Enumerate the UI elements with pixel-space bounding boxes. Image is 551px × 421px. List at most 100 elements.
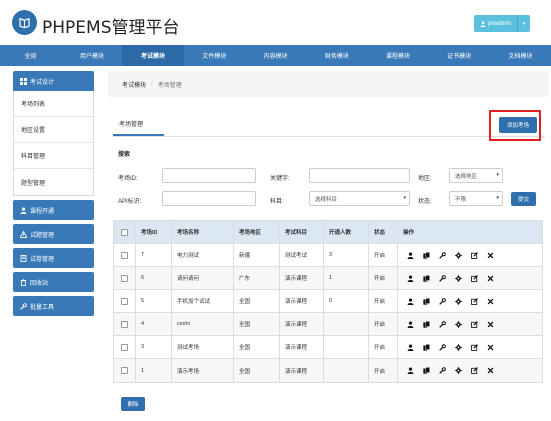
edit-icon[interactable] (470, 343, 479, 352)
copy-icon[interactable] (422, 320, 431, 329)
chevron-down-icon[interactable]: ▾ (518, 21, 530, 27)
grid-icon (20, 77, 27, 85)
delete-icon[interactable] (486, 343, 495, 352)
delete-icon[interactable] (486, 297, 495, 306)
wrench-icon[interactable] (438, 297, 447, 306)
sidebar-item-subject[interactable]: 科目管理 (14, 143, 93, 169)
sidebar-item-exam-list[interactable]: 考场列表 (14, 91, 93, 117)
wrench-icon[interactable] (438, 320, 447, 329)
breadcrumb-separator: / (151, 81, 153, 87)
subject-select[interactable]: 选择科目 ▾ (309, 191, 410, 206)
sidebar-group-exam-design[interactable]: 考试设计 (13, 71, 94, 91)
nav-item-course[interactable]: 课程模块 (367, 45, 428, 66)
row-checkbox[interactable] (121, 274, 128, 282)
sidebar-item-question-manage[interactable]: 试题管理 (13, 224, 94, 244)
status-select-value: 不限 (455, 196, 467, 203)
sidebar-item-region[interactable]: 地区设置 (14, 117, 93, 143)
keyword-label: 关键字: (270, 176, 290, 182)
table-row: 5 手机加个试试 全国 演示课程 0 开启 (114, 290, 542, 313)
breadcrumb-root[interactable]: 考试模块 (122, 80, 146, 89)
edit-icon[interactable] (470, 297, 479, 306)
delete-icon[interactable] (486, 251, 495, 260)
copy-icon[interactable] (422, 274, 431, 283)
row-checkbox[interactable] (121, 297, 128, 305)
gear-icon[interactable] (454, 366, 463, 375)
delete-icon[interactable] (486, 320, 495, 329)
gear-icon[interactable] (454, 343, 463, 352)
chevron-down-icon: ▾ (403, 195, 406, 201)
select-all-checkbox[interactable] (121, 228, 128, 236)
wrench-icon[interactable] (438, 343, 447, 352)
user-icon[interactable] (406, 366, 415, 375)
row-checkbox[interactable] (121, 320, 128, 328)
exam-id-input[interactable] (162, 168, 256, 183)
gear-icon[interactable] (454, 320, 463, 329)
wrench-icon[interactable] (438, 274, 447, 283)
sidebar-item-course-open[interactable]: 课程开通 (13, 200, 94, 220)
status-select[interactable]: 不限 ▾ (449, 191, 503, 206)
nav-item-global[interactable]: 全局 (0, 45, 61, 66)
cell-id: 6 (136, 267, 172, 289)
user-icon[interactable] (406, 274, 415, 283)
tab-exam-manage[interactable]: 考场管理 (113, 112, 164, 136)
edit-icon[interactable] (470, 320, 479, 329)
header: PHPEMS管理平台 peadmin ▾ (0, 0, 551, 44)
copy-icon[interactable] (422, 366, 431, 375)
breadcrumb-current: 考场管理 (157, 82, 182, 89)
cell-id: 3 (136, 336, 172, 358)
nav-item-certificate[interactable]: 证书模块 (429, 45, 490, 66)
keyword-input[interactable] (309, 168, 410, 183)
user-icon[interactable] (406, 320, 415, 329)
nav-item-user[interactable]: 用户模块 (61, 45, 122, 66)
nav-item-content[interactable]: 内容模块 (245, 45, 306, 66)
gear-icon[interactable] (454, 251, 463, 260)
cell-count (324, 313, 369, 335)
copy-icon[interactable] (422, 251, 431, 260)
delete-icon[interactable] (486, 366, 495, 375)
delete-button[interactable]: 删除 (121, 397, 145, 411)
wrench-icon[interactable] (438, 366, 447, 375)
row-checkbox[interactable] (121, 367, 128, 374)
table-header: 考场ID 考场名称 考场地区 考试科目 开通人数 状态 操作 (114, 221, 542, 244)
sidebar-item-label: 回收站 (30, 280, 49, 287)
copy-icon[interactable] (422, 297, 431, 306)
edit-icon[interactable] (470, 274, 479, 283)
edit-icon[interactable] (470, 366, 479, 375)
delete-icon[interactable] (486, 274, 495, 283)
user-name: peadmin (488, 20, 512, 27)
table-body: 7 电力测试 新疆 测试考试 3 开启 6 请问请问 广东 演示课程 1 开启 5 手机加个试试 全国 演示课… (114, 244, 542, 382)
nav-item-exam[interactable]: 考试模块 (122, 45, 184, 66)
user-icon[interactable] (406, 251, 415, 260)
warning-icon (20, 230, 27, 238)
sidebar-item-label: 课程开通 (30, 208, 55, 215)
chevron-down-icon: ▾ (496, 195, 499, 201)
wrench-icon[interactable] (438, 251, 447, 260)
cell-name: 电力测试 (172, 244, 234, 266)
nav-item-finance[interactable]: 财务模块 (306, 45, 367, 66)
nav-item-file[interactable]: 文件模块 (184, 45, 245, 66)
edit-icon[interactable] (470, 251, 479, 260)
logo[interactable] (12, 10, 37, 35)
user-icon[interactable] (406, 297, 415, 306)
gear-icon[interactable] (454, 274, 463, 283)
region-select[interactable]: 选择地区 ▾ (449, 168, 503, 183)
sidebar-item-batch-tools[interactable]: 批量工具 (13, 296, 94, 316)
user-icon[interactable] (406, 343, 415, 352)
user-menu-button[interactable]: peadmin ▾ (474, 15, 530, 32)
add-exam-button[interactable]: 添加考场 (499, 117, 537, 133)
trash-icon (20, 278, 27, 286)
sidebar-item-question-type[interactable]: 题型管理 (14, 169, 93, 195)
api-id-input[interactable] (162, 191, 256, 206)
book-icon (20, 254, 27, 262)
cell-count: 3 (324, 244, 369, 266)
cell-subject: 演示课程 (280, 290, 324, 312)
gear-icon[interactable] (454, 297, 463, 306)
submit-button[interactable]: 提交 (511, 192, 536, 206)
copy-icon[interactable] (422, 343, 431, 352)
nav-item-document[interactable]: 文档模块 (490, 45, 551, 66)
sidebar-item-recycle[interactable]: 回收站 (13, 272, 94, 292)
sidebar-item-paper-manage[interactable]: 试卷管理 (13, 248, 94, 268)
user-icon (480, 20, 486, 27)
row-checkbox[interactable] (121, 343, 128, 351)
row-checkbox[interactable] (121, 251, 128, 259)
